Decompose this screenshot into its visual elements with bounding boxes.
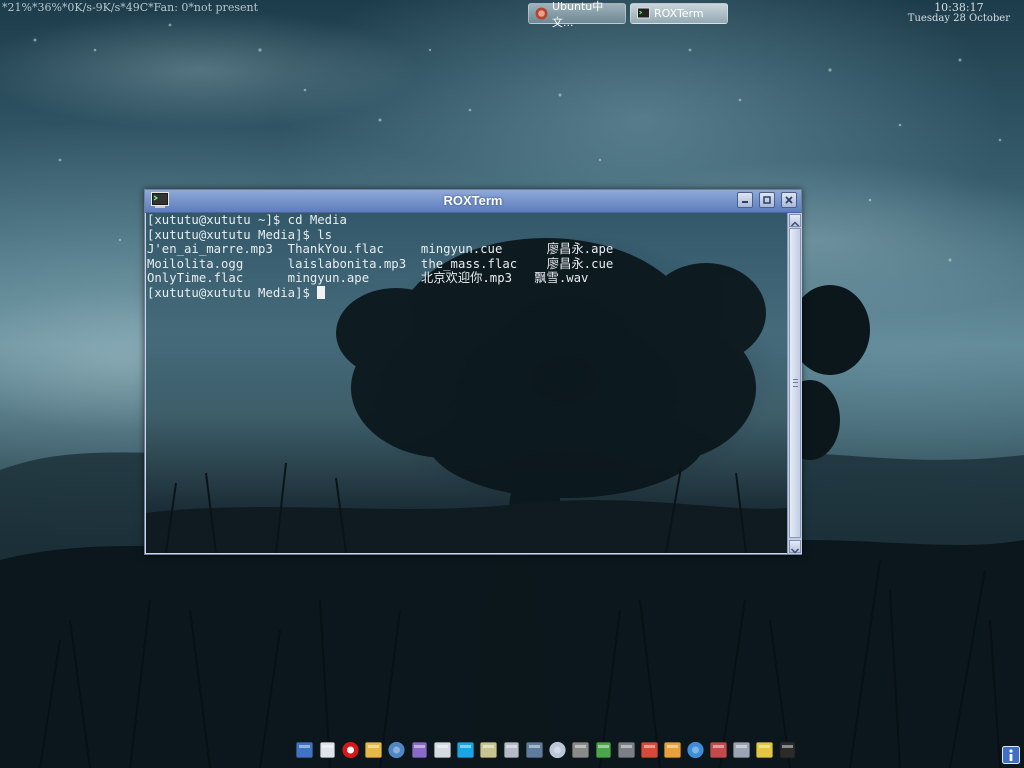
taskbar-item-label: Ubuntu中文... (552, 0, 604, 29)
media-player-icon[interactable] (639, 739, 660, 761)
browser-icon (535, 7, 548, 20)
mixer-icon[interactable] (616, 739, 637, 761)
window-title: ROXTerm (443, 193, 503, 208)
terminal-prompt: [xututu@xututu Media]$ (147, 285, 318, 300)
folder-icon[interactable] (294, 739, 315, 761)
terminal-line: [xututu@xututu ~]$ cd Media (147, 213, 347, 227)
taskbar-item-label: ROXTerm (654, 7, 704, 20)
image-viewer-icon[interactable] (478, 739, 499, 761)
text-editor-icon[interactable] (317, 739, 338, 761)
maximize-button[interactable] (759, 192, 775, 208)
taskbar-item-ubuntu[interactable]: Ubuntu中文... (528, 0, 626, 29)
scrollbar-grip (793, 379, 798, 387)
disc-icon[interactable] (547, 739, 568, 761)
spreadsheet-icon[interactable] (593, 739, 614, 761)
terminal-area[interactable]: [xututu@xututu ~]$ cd Media [xututu@xutu… (146, 213, 787, 553)
scrollbar-thumb[interactable] (789, 228, 801, 538)
messenger-icon[interactable] (409, 739, 430, 761)
globe-icon[interactable] (685, 739, 706, 761)
clock-date: Tuesday 28 October (907, 13, 1010, 24)
pdf-icon[interactable] (501, 739, 522, 761)
paint-icon[interactable] (662, 739, 683, 761)
opera-icon[interactable] (340, 739, 361, 761)
taskbar: Ubuntu中文... ROXTerm (528, 0, 728, 29)
calculator-icon[interactable] (570, 739, 591, 761)
scroll-up-button[interactable] (789, 214, 801, 227)
terminal-cursor (317, 285, 326, 299)
terminal-icon (637, 7, 650, 19)
clock[interactable]: 10:38:17 Tuesday 28 October (908, 1, 1010, 24)
minimize-icon (742, 201, 748, 203)
terminal-output: [xututu@xututu ~]$ cd Media [xututu@xutu… (147, 213, 613, 301)
taskbar-item-roxterm[interactable]: ROXTerm (630, 3, 728, 24)
minimize-button[interactable] (737, 192, 753, 208)
application-dock (294, 738, 798, 762)
terminal-line: [xututu@xututu Media]$ ls (147, 227, 333, 242)
system-monitor-text: *21%*36%*0K/s-9K/s*49C*Fan: 0*not presen… (2, 1, 258, 14)
chevron-down-icon (791, 548, 799, 554)
terminal-scrollbar[interactable] (787, 213, 802, 554)
notes-icon[interactable] (432, 739, 453, 761)
close-button[interactable] (781, 192, 797, 208)
close-icon (785, 196, 793, 204)
scroll-down-button[interactable] (789, 540, 801, 554)
skype-icon[interactable] (455, 739, 476, 761)
terminal-icon[interactable] (777, 739, 798, 761)
network-icon[interactable] (524, 739, 545, 761)
roxterm-window[interactable]: ROXTerm [xututu@xututu ~]$ cd Media [xut… (144, 189, 802, 555)
terminal-line: OnlyTime.flac mingyun.ape 北京欢迎你.mp3 飘雪.w… (147, 271, 589, 286)
chart-icon[interactable] (754, 739, 775, 761)
terminal-line: J'en_ai_marre.mp3 ThankYou.flac mingyun.… (147, 242, 614, 257)
settings-icon[interactable] (731, 739, 752, 761)
terminal-line: Moilolita.ogg laislabonita.mp3 the_mass.… (147, 256, 614, 271)
document-icon[interactable] (363, 739, 384, 761)
maximize-icon (763, 196, 771, 204)
dictionary-icon[interactable] (708, 739, 729, 761)
chat-icon[interactable] (386, 739, 407, 761)
window-titlebar[interactable]: ROXTerm (145, 190, 801, 213)
info-icon[interactable] (1002, 746, 1020, 764)
